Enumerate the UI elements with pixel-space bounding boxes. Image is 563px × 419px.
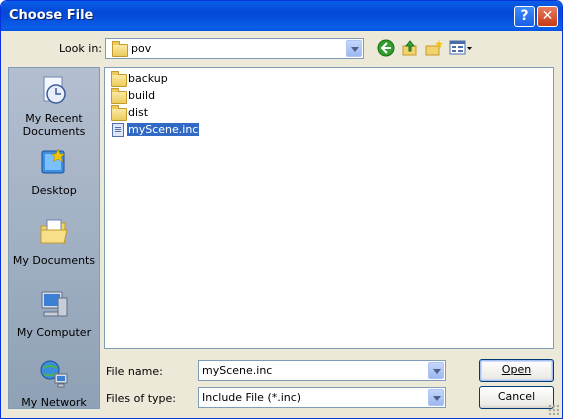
my-documents-icon	[40, 219, 68, 244]
look-in-label: Look in:	[59, 42, 102, 55]
folder-icon	[111, 88, 127, 104]
place-label: My Computer	[16, 326, 92, 339]
cancel-button-label: Cancel	[497, 390, 536, 403]
up-folder-icon[interactable]	[401, 39, 419, 57]
file-name: dist	[128, 106, 149, 119]
place-label: My Network	[21, 396, 87, 409]
file-list[interactable]: backup build dist myScene.inc	[104, 67, 554, 349]
title-bar[interactable]: Choose File ? ✕	[1, 1, 562, 31]
file-name-combo[interactable]	[198, 360, 446, 381]
help-button[interactable]: ?	[514, 6, 535, 27]
file-type-select[interactable]: Include File (*.inc)	[198, 387, 446, 408]
new-folder-icon[interactable]	[425, 39, 443, 57]
place-label: My Recent Documents	[22, 112, 86, 138]
file-name: myScene.inc	[127, 123, 200, 136]
folder-icon	[112, 41, 128, 57]
recent-documents-icon	[43, 76, 66, 104]
document-icon	[112, 123, 124, 137]
back-icon[interactable]	[377, 39, 395, 57]
file-type-label: Files of type:	[106, 392, 177, 405]
place-my-network[interactable]: My Network	[9, 358, 99, 409]
file-name-input[interactable]	[202, 364, 422, 377]
chevron-down-icon[interactable]	[346, 40, 362, 57]
view-menu-icon[interactable]	[449, 39, 473, 57]
look-in-value: pov	[131, 42, 152, 55]
place-desktop[interactable]: Desktop	[9, 146, 99, 197]
place-label: Desktop	[31, 184, 77, 197]
look-in-dropdown[interactable]: pov	[105, 38, 364, 59]
folder-icon	[111, 71, 127, 87]
file-type-value: Include File (*.inc)	[202, 391, 302, 404]
my-network-icon	[40, 360, 68, 388]
chevron-down-icon[interactable]	[428, 389, 444, 406]
choose-file-dialog: Choose File ? ✕ Look in: pov My Recent D…	[0, 0, 563, 419]
place-my-documents[interactable]: My Documents	[9, 216, 99, 267]
file-name: build	[128, 89, 156, 102]
file-name: backup	[128, 72, 168, 85]
chevron-down-icon[interactable]	[428, 362, 444, 379]
open-button-label: Open	[501, 363, 532, 376]
places-bar: My Recent Documents Desktop My Documents	[8, 67, 100, 409]
desktop-icon	[41, 148, 66, 174]
file-name-label: File name:	[106, 365, 163, 378]
open-button[interactable]: Open	[479, 359, 554, 382]
list-item-folder-backup[interactable]: backup	[109, 70, 309, 87]
window-title: Choose File	[9, 8, 94, 23]
folder-icon	[111, 105, 127, 121]
list-item-folder-build[interactable]: build	[109, 87, 309, 104]
list-item-folder-dist[interactable]: dist	[109, 104, 309, 121]
close-button[interactable]: ✕	[537, 6, 558, 27]
my-computer-icon	[41, 291, 68, 317]
resize-grip[interactable]	[548, 404, 559, 415]
list-item-file-selected[interactable]: myScene.inc	[109, 121, 309, 137]
place-my-recent-documents[interactable]: My Recent Documents	[9, 74, 99, 138]
place-label: My Documents	[12, 254, 96, 267]
place-my-computer[interactable]: My Computer	[9, 288, 99, 339]
cancel-button[interactable]: Cancel	[479, 386, 554, 409]
